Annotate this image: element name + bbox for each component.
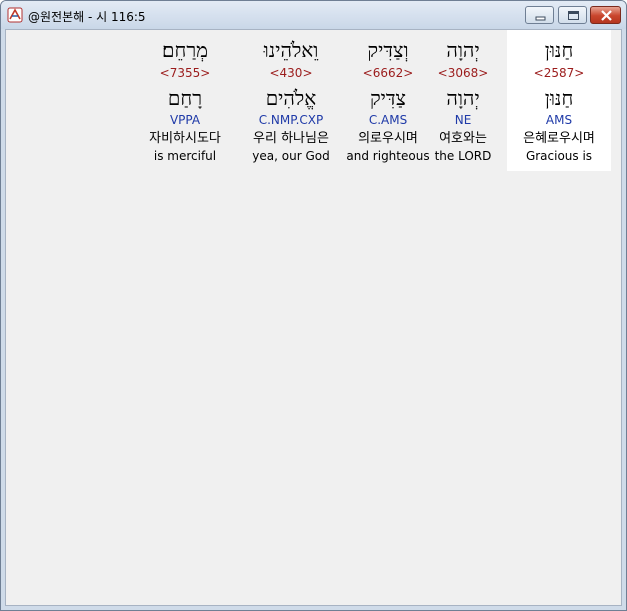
english-gloss: yea, our God	[252, 149, 330, 163]
english-gloss: Gracious is	[525, 149, 593, 163]
parsing-code: NE	[454, 113, 472, 127]
app-window: @원전본해 - 시 116:5 מְרַחֵם׃ <7355> רָחַם VPPA 자…	[0, 0, 627, 611]
strong-number[interactable]: <3068>	[420, 66, 506, 80]
strong-number[interactable]: <430>	[239, 66, 343, 80]
hebrew-lemma: יְהוָה	[446, 86, 480, 110]
title-bar[interactable]: @원전본해 - 시 116:5	[1, 1, 626, 29]
word-column[interactable]: חַנּוּן <2587> חַנּוּן AMS 은혜로우시며 Gracious is	[507, 30, 611, 171]
minimize-button[interactable]	[525, 6, 554, 24]
strong-number[interactable]: <2587>	[507, 66, 611, 80]
parsing-code: AMS	[545, 113, 573, 127]
interlinear-panel[interactable]: מְרַחֵם׃ <7355> רָחַם VPPA 자비하시도다 is merciful…	[5, 29, 622, 606]
hebrew-word: וֵאלֹהֵינוּ	[263, 38, 319, 62]
hebrew-lemma: אֱלֹהִים	[265, 86, 317, 110]
english-gloss: is merciful	[153, 149, 217, 163]
minimize-icon	[535, 16, 546, 21]
korean-gloss: 자비하시도다	[149, 131, 221, 146]
close-icon	[601, 10, 612, 21]
parsing-code: VPPA	[169, 113, 201, 127]
app-logo-icon	[7, 7, 23, 23]
korean-gloss: 여호와는	[439, 131, 487, 146]
maximize-icon	[568, 11, 579, 20]
korean-gloss: 우리 하나님은	[253, 131, 329, 146]
parsing-code: C.NMP.CXP	[258, 113, 324, 127]
maximize-button[interactable]	[558, 6, 587, 24]
hebrew-lemma: חַנּוּן	[544, 86, 574, 110]
hebrew-word: חַנּוּן	[544, 38, 574, 62]
hebrew-lemma: רָחַם	[167, 86, 203, 110]
word-column[interactable]: מְרַחֵם׃ <7355> רָחַם VPPA 자비하시도다 is merciful	[130, 30, 240, 171]
hebrew-word: מְרַחֵם׃	[162, 38, 208, 62]
close-button[interactable]	[590, 6, 621, 24]
hebrew-word: יְהוָה	[446, 38, 480, 62]
word-column[interactable]: יְהוָה <3068> יְהוָה NE 여호와는 the LORD	[420, 30, 506, 171]
korean-gloss: 은혜로우시며	[523, 131, 595, 146]
english-gloss: the LORD	[434, 149, 492, 163]
window-title: @원전본해 - 시 116:5	[28, 10, 146, 24]
strong-number[interactable]: <7355>	[130, 66, 240, 80]
word-column[interactable]: וֵאלֹהֵינוּ <430> אֱלֹהִים C.NMP.CXP 우리 하나님은…	[239, 30, 343, 171]
